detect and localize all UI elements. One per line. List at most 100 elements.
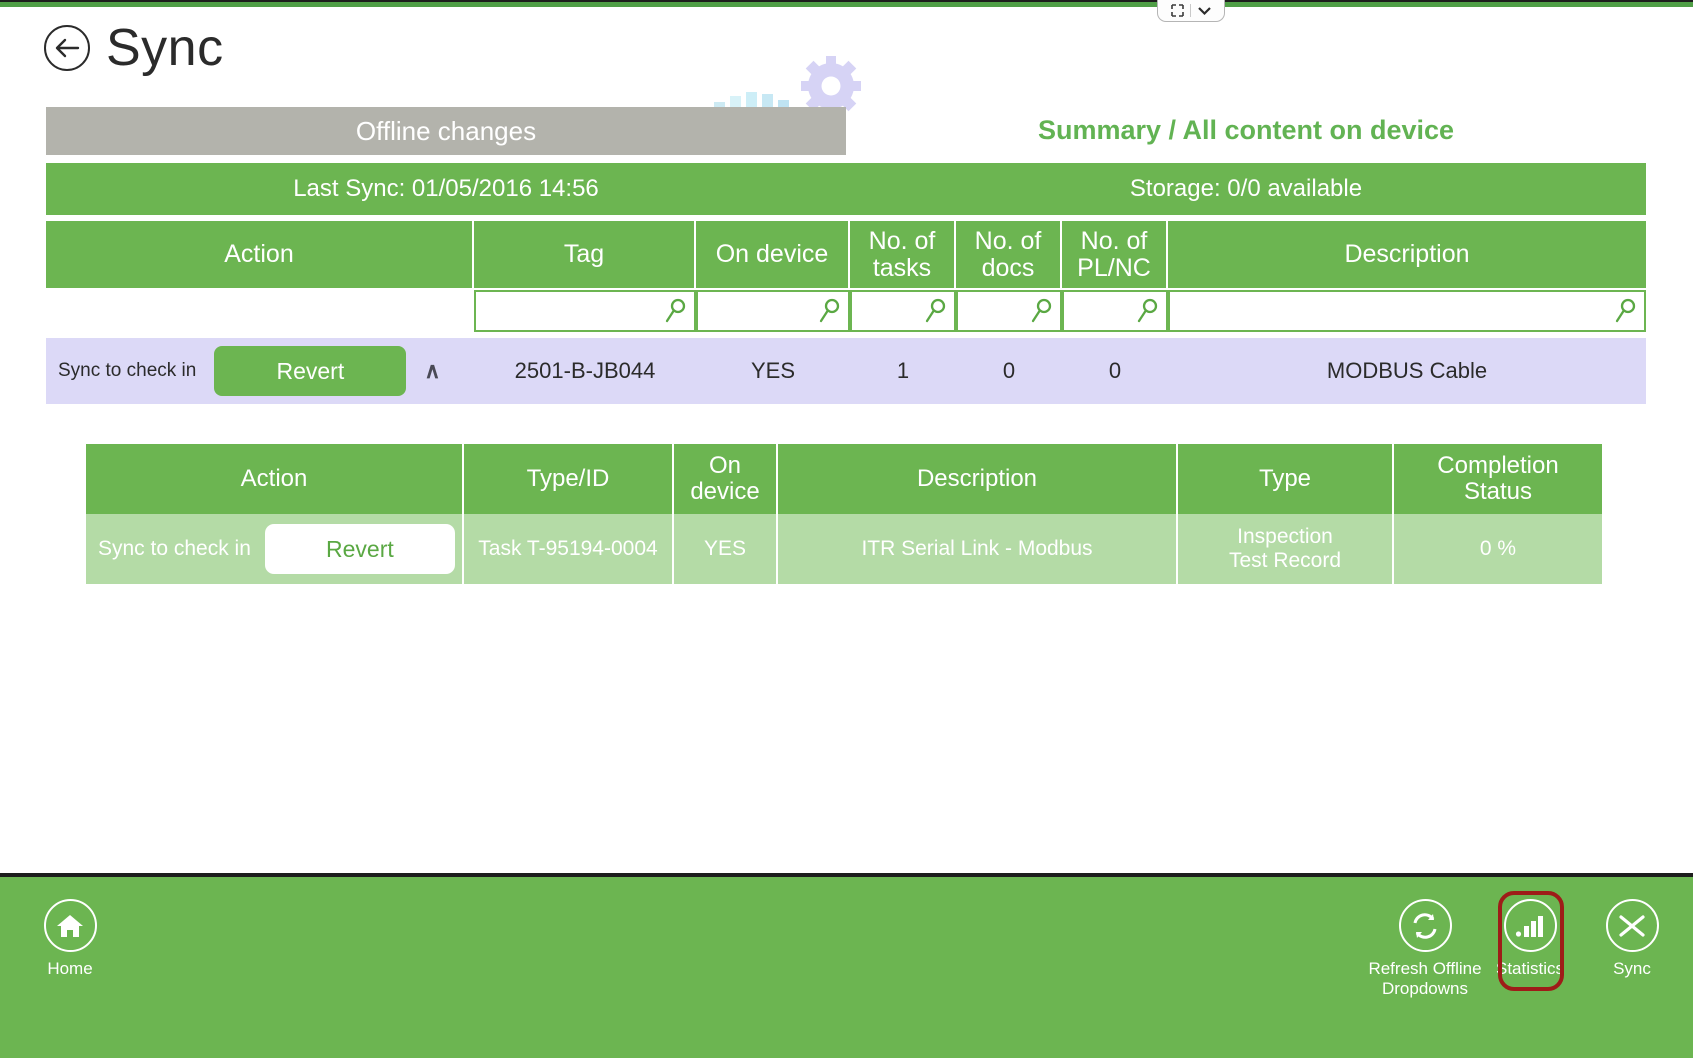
appbar-item-home[interactable]: Home [10, 899, 130, 979]
header-line-1-wrap: Completion Status [1437, 453, 1558, 505]
bottom-app-bar: Home Refresh Offline Dropdowns Statistics Sy… [0, 873, 1693, 1058]
search-input-1[interactable] [474, 290, 696, 332]
summary-title: Summary / All content on device [1037, 114, 1455, 145]
offline-changes-banner: Offline changes [46, 107, 846, 155]
table-row[interactable]: Sync to check in Revert ∧ 2501-B-JB044 YES 1 0… [46, 338, 1646, 404]
header-line-1-wrap: No. of docs [975, 228, 1042, 281]
chrome-divider [1189, 4, 1191, 17]
master-column-header-2: On device [696, 221, 850, 288]
filter-cell-4 [956, 288, 1062, 334]
master-row-no-of-tasks: 1 [896, 358, 910, 383]
detail-type-line-2: Test Record [1228, 549, 1342, 572]
header-line-2: PL/NC [1077, 253, 1151, 282]
master-column-header-3: No. of tasks [850, 221, 956, 288]
detail-table-header: Action Type/ID On device Description Type Comp… [86, 444, 1602, 514]
header-line-1: On [708, 452, 741, 480]
search-input-4[interactable] [956, 290, 1062, 332]
detail-column-header-5: Completion Status [1394, 444, 1602, 514]
detail-type-line-1: Inspection [1237, 525, 1333, 549]
appbar-item-refresh-offline[interactable]: Refresh Offline Dropdowns [1365, 899, 1485, 998]
header-line-2: docs [981, 253, 1035, 282]
header-line-1: No. of [974, 227, 1042, 256]
detail-type-line-1-wrap: Inspection Test Record [1229, 525, 1341, 572]
master-row-tag: 2501-B-JB044 [514, 358, 656, 383]
master-table-filter-row [46, 288, 1646, 334]
search-icon [1137, 298, 1158, 323]
detail-row-description: ITR Serial Link - Modbus [778, 514, 1178, 584]
detail-column-header-4: Type [1178, 444, 1394, 514]
detail-row-type-id: Task T-95194-0004 [464, 514, 674, 584]
header-line-1: Completion [1437, 452, 1559, 480]
search-input-5[interactable] [1062, 290, 1168, 332]
master-row-on-device: YES [750, 358, 796, 383]
detail-column-header-1: Type/ID [464, 444, 674, 514]
chevron-up-icon[interactable]: ∧ [424, 358, 440, 384]
master-column-header-5: No. of PL/NC [1062, 221, 1168, 288]
detail-table-row[interactable]: Sync to check in Revert Task T-95194-0004 Y… [86, 514, 1602, 584]
appbar-label-0: Home [47, 959, 93, 978]
master-row-action-cell: Sync to check in Revert ∧ [46, 338, 474, 404]
header-line-2: Status [1463, 478, 1533, 505]
chevron-down-icon[interactable] [1197, 5, 1212, 16]
search-icon [1615, 298, 1636, 323]
filter-cell-5 [1062, 288, 1168, 334]
search-input-6[interactable] [1168, 290, 1646, 332]
filter-cell-0 [46, 288, 474, 334]
detail-row-action-cell: Sync to check in Revert [86, 514, 464, 584]
window-top-border [0, 0, 1693, 7]
storage-label: Storage: 0/0 available [1129, 175, 1363, 202]
header-line-1: No. of [1080, 227, 1148, 256]
master-column-header-4: No. of docs [956, 221, 1062, 288]
filter-cell-3 [850, 288, 956, 334]
back-button[interactable] [44, 25, 90, 71]
detail-revert-button[interactable]: Revert [264, 524, 455, 574]
refresh-icon[interactable] [1398, 899, 1452, 952]
filter-cell-2 [696, 288, 850, 334]
appbar-label-2: Statistics [1495, 959, 1565, 978]
statistics-bar-chart-icon[interactable] [1503, 899, 1557, 952]
detail-row-type: Inspection Test Record [1178, 514, 1394, 584]
search-icon [925, 298, 946, 323]
revert-button[interactable]: Revert [214, 346, 407, 396]
sync-page: Sync Offline changes Summary / All conte… [0, 0, 1693, 1058]
master-column-header-1: Tag [474, 221, 696, 288]
header-line-1-wrap: No. of tasks [869, 228, 936, 281]
detail-column-header-3: Description [778, 444, 1178, 514]
fullscreen-expand-icon[interactable] [1170, 4, 1184, 17]
appbar-label-line-1: Refresh Offline [1368, 959, 1482, 978]
appbar-label-3: Sync [1613, 959, 1651, 978]
master-row-description: MODBUS Cable [1326, 358, 1488, 383]
filter-cell-1 [474, 288, 696, 334]
header-line-1-wrap: On device [690, 453, 759, 505]
header-line-2: device [690, 478, 760, 505]
detail-column-header-2: On device [674, 444, 778, 514]
search-icon [665, 298, 686, 323]
page-header: Sync [44, 22, 224, 74]
sync-action-label: Sync to check in [58, 360, 197, 381]
back-arrow-icon [55, 38, 80, 58]
search-input-3[interactable] [850, 290, 956, 332]
detail-column-header-0: Action [86, 444, 464, 514]
detail-row-on-device: YES [674, 514, 778, 584]
master-row-no-of-docs: 0 [1002, 358, 1016, 383]
home-icon[interactable] [43, 899, 97, 952]
sync-icon[interactable] [1605, 899, 1659, 952]
header-line-1: No. of [868, 227, 936, 256]
window-chrome-tab[interactable] [1157, 0, 1225, 22]
header-line-1-wrap: No. of PL/NC [1077, 228, 1151, 281]
filter-cell-6 [1168, 288, 1646, 334]
detail-sync-action-label: Sync to check in [98, 537, 251, 561]
master-column-header-6: Description [1344, 240, 1470, 269]
search-input-2[interactable] [696, 290, 850, 332]
master-row-no-of-plnc: 0 [1108, 358, 1122, 383]
detail-row-completion-status: 0 % [1479, 537, 1517, 561]
search-icon [1031, 298, 1052, 323]
appbar-item-sync[interactable]: Sync [1572, 899, 1692, 979]
master-table-header: Action Tag On device No. of tasks No. of docs N… [46, 221, 1646, 288]
appbar-label-1: Refresh Offline Dropdowns [1368, 959, 1481, 998]
master-column-header-0: Action [46, 221, 474, 288]
last-sync-label: Last Sync: 01/05/2016 14:56 [293, 175, 599, 202]
sync-info-bar: Last Sync: 01/05/2016 14:56 Storage: 0/0… [46, 163, 1646, 215]
appbar-label-line-2: Dropdowns [1381, 978, 1468, 998]
search-icon [819, 298, 840, 323]
